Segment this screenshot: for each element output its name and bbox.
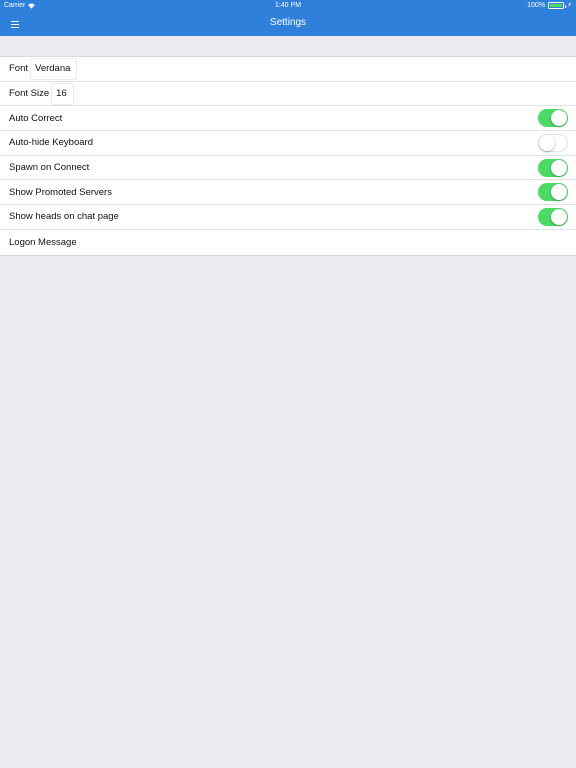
setting-row-logon-message[interactable]: Logon Message <box>0 230 576 255</box>
show-promoted-servers-toggle[interactable] <box>538 183 568 202</box>
font-label: Font <box>9 63 29 75</box>
setting-row-font-size[interactable]: Font Size 16 <box>0 82 576 107</box>
toggle-knob <box>551 159 567 176</box>
auto-hide-keyboard-toggle[interactable] <box>538 134 568 153</box>
font-size-field[interactable]: 16 <box>51 82 74 105</box>
status-time: 1:40 PM <box>274 2 302 9</box>
navigation-bar: Settings <box>0 12 576 36</box>
setting-row-show-promoted-servers: Show Promoted Servers <box>0 180 576 206</box>
font-size-label: Font Size <box>9 88 50 100</box>
toggle-knob <box>539 135 555 152</box>
setting-row-spawn-on-connect: Spawn on Connect <box>0 156 576 181</box>
toggle-knob <box>551 209 567 226</box>
status-right: 100% ⚡︎ <box>527 2 572 9</box>
auto-correct-toggle[interactable] <box>538 109 568 128</box>
setting-row-show-heads-on-chat: Show heads on chat page <box>0 205 576 230</box>
page-title: Settings <box>269 17 307 28</box>
setting-row-auto-correct: Auto Correct <box>0 106 576 132</box>
status-bar: Carrier 1:40 PM 100% ⚡︎ <box>0 0 576 12</box>
show-heads-on-chat-toggle[interactable] <box>538 208 568 227</box>
setting-row-font[interactable]: Font Verdana <box>0 57 576 82</box>
setting-row-auto-hide-keyboard: Auto-hide Keyboard <box>0 131 576 156</box>
show-heads-on-chat-label: Show heads on chat page <box>9 211 119 223</box>
battery-icon <box>548 2 567 9</box>
toggle-knob <box>551 110 567 127</box>
settings-list: Font Verdana Font Size 16 Auto Correct A… <box>0 56 576 256</box>
logon-message-label: Logon Message <box>9 236 77 248</box>
show-promoted-servers-label: Show Promoted Servers <box>9 186 112 198</box>
toggle-knob <box>551 184 567 201</box>
auto-hide-keyboard-label: Auto-hide Keyboard <box>9 137 93 149</box>
battery-fill <box>550 4 563 7</box>
battery-percent: 100% <box>527 2 546 9</box>
charging-icon: ⚡︎ <box>567 2 572 9</box>
auto-correct-label: Auto Correct <box>9 112 63 124</box>
spawn-on-connect-label: Spawn on Connect <box>9 162 90 174</box>
spawn-on-connect-toggle[interactable] <box>538 158 568 177</box>
font-field[interactable]: Verdana <box>30 57 78 80</box>
